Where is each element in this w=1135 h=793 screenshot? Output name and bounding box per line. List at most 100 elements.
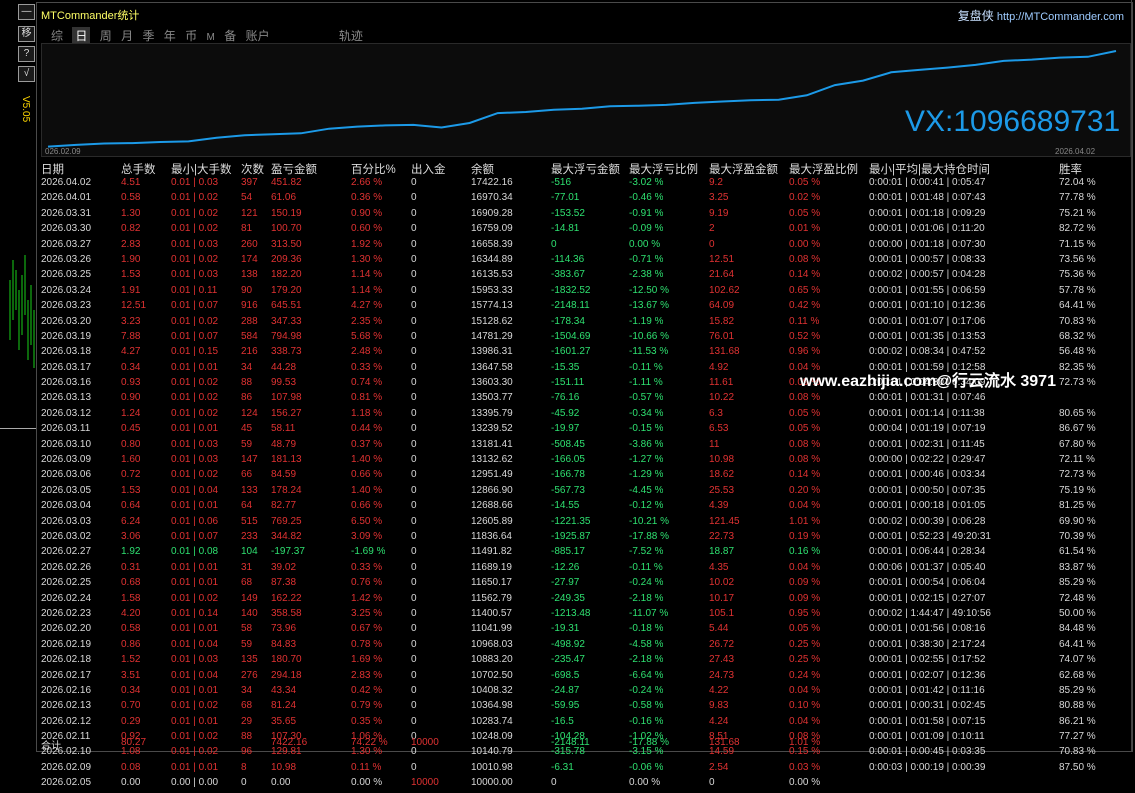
- table-row[interactable]: 2026.03.30 0.82 0.01 | 0.02 81 100.70 0.60 % 0…: [37, 223, 1132, 238]
- table-row[interactable]: 2026.03.11 0.45 0.01 | 0.01 45 58.11 0.44 % 0 1…: [37, 423, 1132, 438]
- cell-min-max-lots: 0.01 | 0.02: [171, 207, 219, 219]
- table-row[interactable]: 2026.03.05 1.53 0.01 | 0.04 133 178.24 1.40 %…: [37, 485, 1132, 500]
- cell-pct: 1.14 %: [351, 284, 383, 296]
- header-max-float-loss[interactable]: 最大浮亏金额: [551, 161, 620, 177]
- tab-year[interactable]: 年: [164, 27, 176, 44]
- header-hold-time[interactable]: 最小|平均|最大持仓时间: [869, 161, 990, 177]
- table-row[interactable]: 2026.03.25 1.53 0.01 | 0.03 138 182.20 1.14 %…: [37, 269, 1132, 284]
- table-row[interactable]: 2026.03.27 2.83 0.01 | 0.03 260 313.50 1.92 %…: [37, 239, 1132, 254]
- minimize-button[interactable]: —: [18, 4, 35, 20]
- cell-max-float-loss: -153.52: [551, 207, 585, 219]
- cell-date: 2026.03.20: [41, 315, 92, 327]
- table-row[interactable]: 2026.03.18 4.27 0.01 | 0.15 216 338.73 2.48 %…: [37, 346, 1132, 361]
- header-pct[interactable]: 百分比%: [351, 161, 396, 177]
- header-date[interactable]: 日期: [41, 161, 64, 177]
- cell-date: 2026.03.27: [41, 238, 92, 250]
- header-balance[interactable]: 余额: [471, 161, 494, 177]
- table-row[interactable]: 2026.02.26 0.31 0.01 | 0.01 31 39.02 0.33 % 0 1…: [37, 562, 1132, 577]
- cell-lots: 1.91: [121, 284, 141, 296]
- table-row[interactable]: 2026.02.05 0.00 0.00 | 0.00 0 0.00 0.00 % 1000…: [37, 777, 1132, 792]
- cell-pnl: 48.79: [271, 438, 297, 450]
- check-button[interactable]: √: [18, 66, 35, 82]
- move-button[interactable]: 移: [18, 26, 35, 42]
- cell-min-max-lots: 0.01 | 0.02: [171, 407, 219, 419]
- table-row[interactable]: 2026.03.31 1.30 0.01 | 0.02 121 150.19 0.90 %…: [37, 208, 1132, 223]
- table-row[interactable]: 2026.02.09 0.08 0.01 | 0.01 8 10.98 0.11 % 0 10…: [37, 762, 1132, 777]
- header-count[interactable]: 次数: [241, 161, 264, 177]
- brand[interactable]: 复盘侠 http://MTCommander.com: [958, 7, 1124, 24]
- table-row[interactable]: 2026.03.04 0.64 0.01 | 0.01 64 82.77 0.66 % 0 1…: [37, 500, 1132, 515]
- cell-max-float-loss: -235.47: [551, 654, 585, 666]
- cell-date: 2026.03.02: [41, 530, 92, 542]
- cell-count: 59: [241, 438, 253, 450]
- table-row[interactable]: 2026.02.12 0.29 0.01 | 0.01 29 35.65 0.35 % 0 1…: [37, 716, 1132, 731]
- cell-max-float-loss: -178.34: [551, 315, 585, 327]
- cell-min-max-lots: 0.01 | 0.01: [171, 684, 219, 696]
- table-row[interactable]: 2026.02.20 0.58 0.01 | 0.01 58 73.96 0.67 % 0 1…: [37, 623, 1132, 638]
- header-inout[interactable]: 出入金: [411, 161, 446, 177]
- brand-url[interactable]: http://MTCommander.com: [997, 11, 1124, 23]
- table-row[interactable]: 2026.04.02 4.51 0.01 | 0.03 397 451.82 2.66 %…: [37, 177, 1132, 192]
- cell-pct: 0.33 %: [351, 561, 383, 573]
- cell-balance: 11836.64: [471, 530, 512, 542]
- cell-inout: 0: [411, 700, 417, 712]
- table-row[interactable]: 2026.03.26 1.90 0.01 | 0.02 174 209.36 1.30 %…: [37, 254, 1132, 269]
- table-row[interactable]: 2026.03.20 3.23 0.01 | 0.02 288 347.33 2.35 %…: [37, 316, 1132, 331]
- tab-quarter[interactable]: 季: [142, 27, 154, 44]
- cell-inout: 0: [411, 238, 417, 250]
- header-max-float-loss-pct[interactable]: 最大浮亏比例: [629, 161, 698, 177]
- tab-backup[interactable]: 备: [224, 27, 236, 44]
- table-row[interactable]: 2026.03.12 1.24 0.01 | 0.02 124 156.27 1.18 %…: [37, 408, 1132, 423]
- brand-name: 复盘侠: [957, 9, 994, 23]
- cell-max-float-loss-pct: -0.16 %: [629, 715, 664, 727]
- header-win-rate[interactable]: 胜率: [1059, 161, 1082, 177]
- table-row[interactable]: 2026.02.27 1.92 0.01 | 0.08 104 -197.37 -1.69…: [37, 546, 1132, 561]
- table-row[interactable]: 2026.03.19 7.88 0.01 | 0.07 584 794.98 5.68 %…: [37, 331, 1132, 346]
- table-row[interactable]: 2026.03.23 12.51 0.01 | 0.07 916 645.51 4.27 …: [37, 300, 1132, 315]
- tab-summary[interactable]: 综: [51, 27, 63, 44]
- header-pnl[interactable]: 盈亏金额: [271, 161, 317, 177]
- table-row[interactable]: 2026.03.06 0.72 0.01 | 0.02 66 84.59 0.66 % 0 1…: [37, 469, 1132, 484]
- cell-max-float-loss: -698.5: [551, 669, 580, 681]
- cell-min-max-lots: 0.01 | 0.02: [171, 315, 219, 327]
- table-row[interactable]: 2026.03.13 0.90 0.01 | 0.02 86 107.98 0.81 % 0…: [37, 392, 1132, 407]
- cell-win-rate: 56.48 %: [1059, 346, 1096, 358]
- cell-hold-time: 0:00:01 | 0:00:50 | 0:07:35: [869, 484, 986, 496]
- help-button[interactable]: ?: [18, 46, 35, 62]
- table-row[interactable]: 2026.02.18 1.52 0.01 | 0.03 135 180.70 1.69 %…: [37, 654, 1132, 669]
- table-row[interactable]: 2026.02.23 4.20 0.01 | 0.14 140 358.58 3.25 %…: [37, 608, 1132, 623]
- table-row[interactable]: 2026.03.09 1.60 0.01 | 0.03 147 181.13 1.40 %…: [37, 454, 1132, 469]
- table-row[interactable]: 2026.02.13 0.70 0.01 | 0.02 68 81.24 0.79 % 0 1…: [37, 700, 1132, 715]
- cell-balance: 10408.32: [471, 684, 513, 696]
- cell-inout: 0: [411, 438, 417, 450]
- header-min-max-lots[interactable]: 最小|大手数: [171, 161, 232, 177]
- tab-account[interactable]: 账户: [246, 27, 270, 44]
- header-max-float-profit-pct[interactable]: 最大浮盈比例: [789, 161, 858, 177]
- tab-month[interactable]: 月: [121, 27, 133, 44]
- table-row[interactable]: 2026.04.01 0.58 0.01 | 0.02 54 61.06 0.36 % 0 1…: [37, 192, 1132, 207]
- cell-max-float-loss-pct: -10.21 %: [629, 515, 670, 527]
- table-row[interactable]: 2026.02.25 0.68 0.01 | 0.01 68 87.38 0.76 % 0 1…: [37, 577, 1132, 592]
- header-lots[interactable]: 总手数: [121, 161, 156, 177]
- table-row[interactable]: 2026.02.19 0.86 0.01 | 0.04 59 84.83 0.78 % 0 1…: [37, 639, 1132, 654]
- table-row[interactable]: 2026.03.10 0.80 0.01 | 0.03 59 48.79 0.37 % 0 1…: [37, 439, 1132, 454]
- header-max-float-profit[interactable]: 最大浮盈金额: [709, 161, 778, 177]
- table-row[interactable]: 2026.03.24 1.91 0.01 | 0.11 90 179.20 1.14 % 0…: [37, 285, 1132, 300]
- cell-lots: 3.51: [121, 669, 141, 681]
- cell-lots: 0.58: [121, 623, 141, 635]
- cell-win-rate: 75.21 %: [1059, 207, 1096, 219]
- table-row[interactable]: 2026.02.16 0.34 0.01 | 0.01 34 43.34 0.42 % 0 1…: [37, 685, 1132, 700]
- tab-day[interactable]: 日: [72, 27, 91, 44]
- table-row[interactable]: 2026.02.17 3.51 0.01 | 0.04 276 294.18 2.83 %…: [37, 670, 1132, 685]
- tab-currency[interactable]: 币: [185, 27, 197, 44]
- cell-win-rate: 70.39 %: [1059, 530, 1096, 542]
- tab-trajectory[interactable]: 轨迹: [339, 27, 363, 44]
- cell-max-float-profit-pct: 0.52 %: [789, 330, 821, 342]
- tab-week[interactable]: 周: [100, 27, 112, 44]
- cell-min-max-lots: 0.01 | 0.02: [171, 700, 219, 712]
- tab-m[interactable]: M: [207, 32, 215, 43]
- table-row[interactable]: 2026.03.02 3.06 0.01 | 0.07 233 344.82 3.09 %…: [37, 531, 1132, 546]
- table-row[interactable]: 2026.02.24 1.58 0.01 | 0.02 149 162.22 1.42 %…: [37, 593, 1132, 608]
- table-row[interactable]: 2026.03.03 6.24 0.01 | 0.06 515 769.25 6.50 %…: [37, 516, 1132, 531]
- cell-count: 135: [241, 654, 258, 666]
